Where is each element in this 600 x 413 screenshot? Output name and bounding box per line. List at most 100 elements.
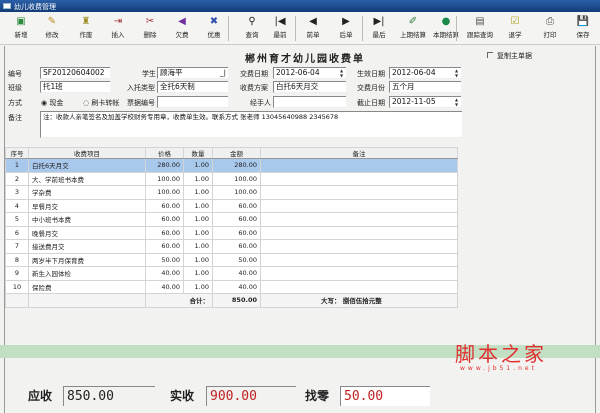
item-cell[interactable]: 晚餐月交 <box>28 225 146 240</box>
seq-cell[interactable]: 4 <box>5 198 29 213</box>
seq-cell[interactable]: 6 <box>5 225 29 240</box>
column-header[interactable]: 数量 <box>183 147 213 159</box>
column-header[interactable]: 序号 <box>5 147 29 159</box>
copy-checkbox[interactable]: 复制主单据 <box>487 51 532 61</box>
price-cell[interactable]: 60.00 <box>145 212 184 227</box>
table-row[interactable]: 6 晚餐月交 60.00 1.00 60.00 <box>5 225 458 240</box>
cash-radio[interactable]: ◉ 现金 <box>41 98 63 108</box>
price-cell[interactable]: 50.00 <box>145 252 184 267</box>
qty-cell[interactable]: 1.00 <box>183 198 213 213</box>
qty-cell[interactable]: 1.00 <box>183 239 213 254</box>
qty-cell[interactable]: 1.00 <box>183 171 213 186</box>
seq-cell[interactable]: 7 <box>5 239 29 254</box>
toolbar-button-save[interactable]: 💾 保存 <box>567 15 599 39</box>
toolbar-button-settle[interactable]: ● 本期结算 <box>430 15 462 39</box>
card-radio[interactable]: ◌ 刷卡转帐 <box>83 98 119 108</box>
remark-cell[interactable] <box>260 239 458 254</box>
paid-label[interactable]: 实收 <box>170 387 194 404</box>
item-cell[interactable]: 中小班书本费 <box>28 212 146 227</box>
qty-cell[interactable]: 1.00 <box>183 279 213 294</box>
item-cell[interactable]: 接送费月交 <box>28 239 146 254</box>
toolbar-button-add[interactable]: ▣ 新增 <box>5 15 37 39</box>
handler-field[interactable] <box>273 96 346 108</box>
item-cell[interactable]: 新生入园体检 <box>28 266 146 281</box>
qty-cell[interactable]: 1.00 <box>183 212 213 227</box>
toolbar-button-void[interactable]: ♜ 作废 <box>70 15 102 39</box>
toolbar-button-insert[interactable]: ⇥ 插入 <box>102 15 134 39</box>
paydate-field[interactable]: 2012-06-04 ▲ ▼ <box>273 67 346 79</box>
toolbar-button-first[interactable]: |◀ 最前 <box>264 15 296 39</box>
remark-cell[interactable] <box>260 198 458 213</box>
effdate-field[interactable]: 2012-06-04 ▲ ▼ <box>389 67 461 79</box>
toolbar-button-edit[interactable]: ✎ 修改 <box>36 15 68 39</box>
toolbar-button-track[interactable]: ▤ 跟踪查询 <box>464 15 496 39</box>
toolbar-button-arrears[interactable]: ◀ 欠费 <box>166 15 198 39</box>
item-cell[interactable]: 早餐月交 <box>28 198 146 213</box>
price-cell[interactable]: 280.00 <box>145 158 184 173</box>
qty-cell[interactable]: 1.00 <box>183 252 213 267</box>
toolbar-button-print[interactable]: ⎙ 打印 <box>534 15 566 39</box>
amount-cell[interactable]: 280.00 <box>212 158 261 173</box>
item-cell[interactable]: 大、学前班书本费 <box>28 171 146 186</box>
table-row[interactable]: 1 白托6天月交 280.00 1.00 280.00 <box>5 158 458 173</box>
item-cell[interactable]: 白托6天月交 <box>28 158 146 173</box>
qty-cell[interactable]: 1.00 <box>183 158 213 173</box>
qty-cell[interactable]: 1.00 <box>183 185 213 200</box>
plan-field[interactable]: 白托6天月交 <box>273 81 346 93</box>
remark-cell[interactable] <box>260 279 458 294</box>
item-cell[interactable]: 两岁半下月保育费 <box>28 252 146 267</box>
amount-cell[interactable]: 100.00 <box>212 171 261 186</box>
toolbar-button-prev[interactable]: ◀ 前单 <box>297 15 329 39</box>
type-field[interactable]: 全托6天制 <box>157 81 228 93</box>
table-row[interactable]: 5 中小班书本费 60.00 1.00 60.00 <box>5 212 458 227</box>
toolbar-button-discount[interactable]: ✖ 优惠 <box>198 15 230 39</box>
toolbar-button-last[interactable]: ▶| 最后 <box>363 15 395 39</box>
remark-cell[interactable] <box>260 158 458 173</box>
remark-cell[interactable] <box>260 266 458 281</box>
remark-cell[interactable] <box>260 185 458 200</box>
receipt-field[interactable] <box>157 96 228 108</box>
item-cell[interactable]: 保险费 <box>28 279 146 294</box>
checkbox-box[interactable] <box>487 52 493 58</box>
price-cell[interactable]: 60.00 <box>145 198 184 213</box>
item-cell[interactable]: 学杂费 <box>28 185 146 200</box>
price-cell[interactable]: 60.00 <box>145 239 184 254</box>
column-header[interactable]: 收费项目 <box>28 147 146 159</box>
months-field[interactable]: 五个月 <box>389 81 461 93</box>
seq-cell[interactable]: 3 <box>5 185 29 200</box>
toolbar-button-withdraw[interactable]: ☑ 退学 <box>499 15 531 39</box>
lookup-button[interactable]: _| <box>220 68 226 78</box>
paid-field[interactable]: 900.00 <box>206 386 296 406</box>
toolbar-button-next[interactable]: ▶ 后单 <box>330 15 362 39</box>
column-header[interactable]: 备注 <box>260 147 458 159</box>
table-row[interactable]: 8 两岁半下月保育费 50.00 1.00 50.00 <box>5 252 458 267</box>
table-row[interactable]: 2 大、学前班书本费 100.00 1.00 100.00 <box>5 171 458 186</box>
spin-icon[interactable]: ▲ ▼ <box>453 97 460 107</box>
price-cell[interactable]: 40.00 <box>145 279 184 294</box>
table-row[interactable]: 4 早餐月交 60.00 1.00 60.00 <box>5 198 458 213</box>
amount-cell[interactable]: 50.00 <box>212 252 261 267</box>
qty-cell[interactable]: 1.00 <box>183 266 213 281</box>
amount-cell[interactable]: 60.00 <box>212 198 261 213</box>
seq-cell[interactable]: 8 <box>5 252 29 267</box>
remark-cell[interactable] <box>260 212 458 227</box>
seq-cell[interactable]: 1 <box>5 158 29 173</box>
seq-cell[interactable]: 10 <box>5 279 29 294</box>
column-header[interactable]: 价格 <box>145 147 184 159</box>
remark-cell[interactable] <box>260 171 458 186</box>
seq-cell[interactable]: 9 <box>5 266 29 281</box>
price-cell[interactable]: 100.00 <box>145 171 184 186</box>
student-field[interactable]: 顾海平 _| <box>157 67 228 79</box>
price-cell[interactable]: 60.00 <box>145 225 184 240</box>
amount-cell[interactable]: 60.00 <box>212 239 261 254</box>
spin-icon[interactable]: ▲ ▼ <box>453 68 460 78</box>
spin-icon[interactable]: ▲ ▼ <box>338 68 345 78</box>
table-row[interactable]: 7 接送费月交 60.00 1.00 60.00 <box>5 239 458 254</box>
table-row[interactable]: 10 保险费 40.00 1.00 40.00 <box>5 279 458 294</box>
seq-cell[interactable]: 5 <box>5 212 29 227</box>
price-cell[interactable]: 100.00 <box>145 185 184 200</box>
remark-cell[interactable] <box>260 225 458 240</box>
seq-cell[interactable]: 2 <box>5 171 29 186</box>
toolbar-button-delete[interactable]: ✂ 删除 <box>134 15 166 39</box>
remark-cell[interactable] <box>260 252 458 267</box>
